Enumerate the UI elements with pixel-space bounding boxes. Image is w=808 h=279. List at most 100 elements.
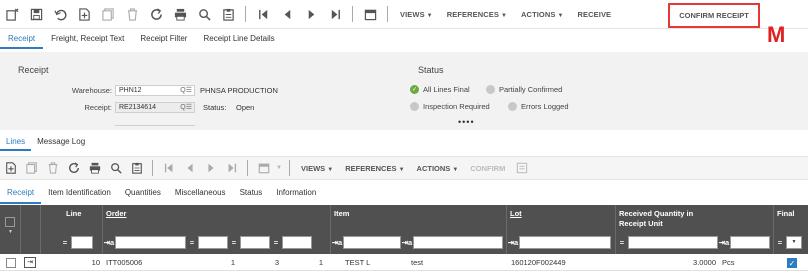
final-filter-select[interactable]: ▼ (786, 236, 802, 249)
tab-lines[interactable]: Lines (0, 133, 32, 151)
clear-icon[interactable] (0, 4, 24, 24)
tab-freight-receipt-text[interactable]: Freight, Receipt Text (43, 29, 132, 49)
calendar-icon[interactable] (253, 159, 274, 177)
toolbar-separator (387, 6, 388, 22)
item-desc-filter-input[interactable] (413, 236, 503, 249)
go-to-details-icon[interactable]: ⇥ (24, 257, 36, 268)
cell-order[interactable]: ITT005006 (103, 255, 186, 271)
cell-lot[interactable]: 160120F002449 (508, 255, 616, 271)
receipt-field[interactable]: RE2134614 Q☰ (115, 102, 195, 113)
prev-icon[interactable] (179, 159, 200, 177)
filter-input[interactable] (240, 236, 270, 249)
filter-input[interactable] (198, 236, 228, 249)
cell-item[interactable]: TEST L (343, 255, 406, 271)
tab-item-identification[interactable]: Item Identification (41, 182, 118, 204)
cell-final-checkbox[interactable]: ✓ (787, 258, 797, 268)
select-all-checkbox[interactable] (5, 217, 15, 227)
first-icon[interactable] (251, 4, 275, 24)
first-icon[interactable] (158, 159, 179, 177)
next-icon[interactable] (200, 159, 221, 177)
print-icon[interactable] (168, 4, 192, 24)
next-icon[interactable] (299, 4, 323, 24)
tab-receipt-line-details[interactable]: Receipt Line Details (195, 29, 282, 49)
unit-filter-input[interactable] (730, 236, 770, 249)
tab-status[interactable]: Status (233, 182, 270, 204)
save-icon[interactable] (24, 4, 48, 24)
lines-actions-menu[interactable]: ACTIONS ▼ (411, 164, 465, 173)
cell-received-qty[interactable]: 3.0000 (616, 255, 719, 271)
order-header-label: Order (106, 209, 127, 218)
cell-order-line[interactable]: 3 (238, 255, 282, 271)
line-filter[interactable]: = (59, 236, 93, 249)
last-icon[interactable] (323, 4, 347, 24)
lookup-icon[interactable]: Q☰ (180, 86, 192, 95)
caret-down-icon[interactable]: ▼ (274, 159, 284, 177)
references-menu[interactable]: REFERENCES ▼ (440, 10, 514, 19)
clipboard-icon[interactable] (216, 4, 240, 24)
table-row[interactable]: ⇥ 10 ITT005006 1 3 1 TEST L test 160120F… (0, 255, 808, 271)
lines-confirm-button[interactable]: CONFIRM (464, 164, 511, 173)
tab-receipt-filter[interactable]: Receipt Filter (132, 29, 195, 49)
last-icon[interactable] (221, 159, 242, 177)
order-filter[interactable]: ⇥a = = = (103, 236, 312, 249)
undo-icon[interactable] (48, 4, 72, 24)
calendar-icon[interactable] (358, 4, 382, 24)
receive-button[interactable]: RECEIVE (571, 10, 619, 19)
lines-views-menu[interactable]: VIEWS ▼ (295, 164, 339, 173)
confirm-receipt-button[interactable]: CONFIRM RECEIPT (668, 3, 760, 28)
column-header-item[interactable]: Item ⇥a ⇥a (331, 205, 507, 254)
lookup-icon[interactable]: Q☰ (180, 103, 192, 112)
column-header-line[interactable]: Line = (41, 205, 103, 254)
cell-item-description[interactable]: test (408, 255, 506, 271)
column-header-order[interactable]: Order ⇥a = = = (103, 205, 331, 254)
warehouse-field[interactable]: PHN12 Q☰ (115, 85, 195, 96)
warehouse-value: PHN12 (119, 87, 142, 94)
column-header-lot[interactable]: Lot ⇥a (507, 205, 616, 254)
prev-icon[interactable] (275, 4, 299, 24)
line-filter-input[interactable] (71, 236, 93, 249)
new-icon[interactable] (72, 4, 96, 24)
refresh-icon[interactable] (144, 4, 168, 24)
tab-miscellaneous[interactable]: Miscellaneous (168, 182, 233, 204)
delete-icon[interactable] (120, 4, 144, 24)
status-all-lines-final: ✓ All Lines Final (410, 85, 470, 94)
cell-order-set[interactable]: 1 (186, 255, 238, 271)
circle-icon (486, 85, 495, 94)
delete-icon[interactable] (42, 159, 63, 177)
copy-icon[interactable] (96, 4, 120, 24)
column-header-received-quantity[interactable]: Received Quantity in Receipt Unit = ⇥a (616, 205, 774, 254)
copy-icon[interactable] (21, 159, 42, 177)
filter-input[interactable] (282, 236, 312, 249)
row-select-checkbox[interactable] (6, 258, 16, 268)
select-all-header[interactable]: ▼ (0, 205, 21, 254)
cell-sequence[interactable]: 1 (282, 255, 326, 271)
tab-quantities[interactable]: Quantities (118, 182, 168, 204)
print-icon[interactable] (84, 159, 105, 177)
refresh-icon[interactable] (63, 159, 84, 177)
column-header-final[interactable]: Final = ▼ (774, 205, 808, 254)
tab-message-log[interactable]: Message Log (31, 133, 91, 151)
item-filter-input[interactable] (343, 236, 401, 249)
tab-line-receipt[interactable]: Receipt (0, 182, 42, 204)
received-qty-filter[interactable]: = ⇥a (616, 236, 770, 249)
cell-unit[interactable]: Pcs (719, 255, 769, 271)
actions-menu[interactable]: ACTIONS ▼ (514, 10, 571, 19)
more-indicator[interactable]: •••• (458, 117, 475, 127)
qty-filter-input[interactable] (628, 236, 718, 249)
item-filter[interactable]: ⇥a ⇥a (331, 236, 503, 249)
search-icon[interactable] (192, 4, 216, 24)
clipboard-icon[interactable] (126, 159, 147, 177)
cell-line[interactable]: 10 (41, 255, 103, 271)
export-icon[interactable] (511, 159, 532, 177)
tab-information[interactable]: Information (269, 182, 323, 204)
lot-filter[interactable]: ⇥a (507, 236, 611, 249)
lines-references-menu[interactable]: REFERENCES ▼ (339, 164, 410, 173)
order-filter-input[interactable] (115, 236, 186, 249)
views-label: VIEWS (301, 163, 326, 173)
search-icon[interactable] (105, 159, 126, 177)
new-icon[interactable] (0, 159, 21, 177)
final-filter[interactable]: = ▼ (774, 236, 802, 249)
views-menu[interactable]: VIEWS ▼ (393, 10, 440, 19)
tab-receipt[interactable]: Receipt (0, 29, 44, 49)
lot-filter-input[interactable] (519, 236, 611, 249)
